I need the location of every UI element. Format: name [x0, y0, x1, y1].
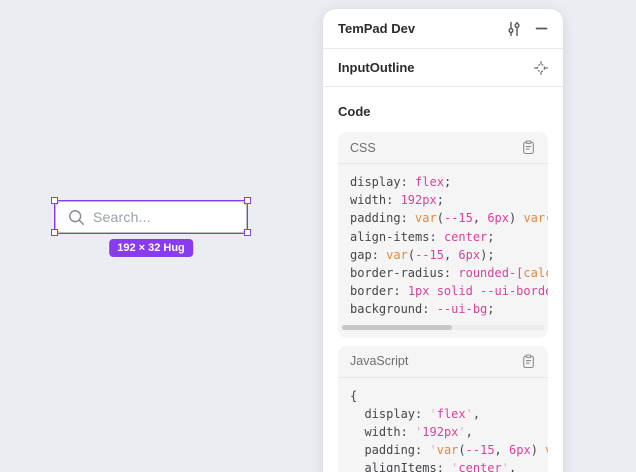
code-line: width: '192px', — [350, 423, 536, 441]
code-line: display: flex; — [350, 173, 536, 191]
code-line: width: 192px; — [350, 191, 536, 209]
clipboard-copy-icon[interactable] — [521, 354, 536, 369]
locate-target-icon[interactable] — [534, 61, 548, 75]
code-line: { — [350, 387, 536, 405]
clipboard-copy-icon[interactable] — [521, 140, 536, 155]
selection-handle-bottom-left[interactable] — [51, 229, 58, 236]
code-section: Code CSSdisplay: flex;width: 192px;paddi… — [323, 87, 563, 472]
section-title-code: Code — [338, 104, 548, 119]
code-line: align-items: center; — [350, 228, 536, 246]
panel-title: TemPad Dev — [338, 21, 506, 36]
code-line: background: --ui-bg; — [350, 300, 536, 318]
code-block-header: CSS — [338, 132, 548, 164]
code-content: display: flex;width: 192px;padding: var(… — [338, 164, 548, 321]
sliders-icon[interactable] — [506, 21, 522, 37]
code-blocks: CSS display: flex;width: 192px;padding: v… — [338, 132, 548, 472]
search-placeholder: Search... — [93, 209, 151, 225]
scrollbar-thumb[interactable] — [342, 325, 452, 330]
code-line: alignItems: 'center', — [350, 459, 536, 472]
selection-handle-bottom-right[interactable] — [244, 229, 251, 236]
code-content: { display: 'flex', width: '192px', paddi… — [338, 378, 548, 472]
search-input[interactable]: Search... — [55, 201, 247, 233]
code-line: gap: var(--15, 6px); — [350, 246, 536, 264]
code-line: padding: var(--15, 6px) var(--15, 6px); — [350, 209, 536, 227]
code-line: display: 'flex', — [350, 405, 536, 423]
selection-handle-top-right[interactable] — [244, 197, 251, 204]
code-line: padding: 'var(--15, 6px) var(--15, 6px)'… — [350, 441, 536, 459]
panel-header: TemPad Dev — [323, 9, 563, 49]
horizontal-scrollbar[interactable] — [341, 325, 545, 330]
component-row: InputOutline — [323, 49, 563, 87]
code-block-css: CSS display: flex;width: 192px;padding: v… — [338, 132, 548, 338]
code-line: border-radius: rounded-[calc(var(--radiu… — [350, 264, 536, 282]
minimize-icon[interactable] — [535, 22, 548, 35]
code-block-javascript: JavaScript { display: 'flex', width: '192… — [338, 346, 548, 472]
tempad-dev-panel: TemPad Dev InputOutline — [323, 9, 563, 472]
code-block-label: JavaScript — [350, 354, 521, 368]
code-block-label: CSS — [350, 141, 521, 155]
code-block-header: JavaScript — [338, 346, 548, 378]
search-icon — [68, 209, 85, 226]
component-name: InputOutline — [338, 60, 534, 75]
selection-handle-top-left[interactable] — [51, 197, 58, 204]
code-line: border: 1px solid --ui-border-color; — [350, 282, 536, 300]
selection-size-badge: 192 × 32 Hug — [109, 239, 193, 257]
